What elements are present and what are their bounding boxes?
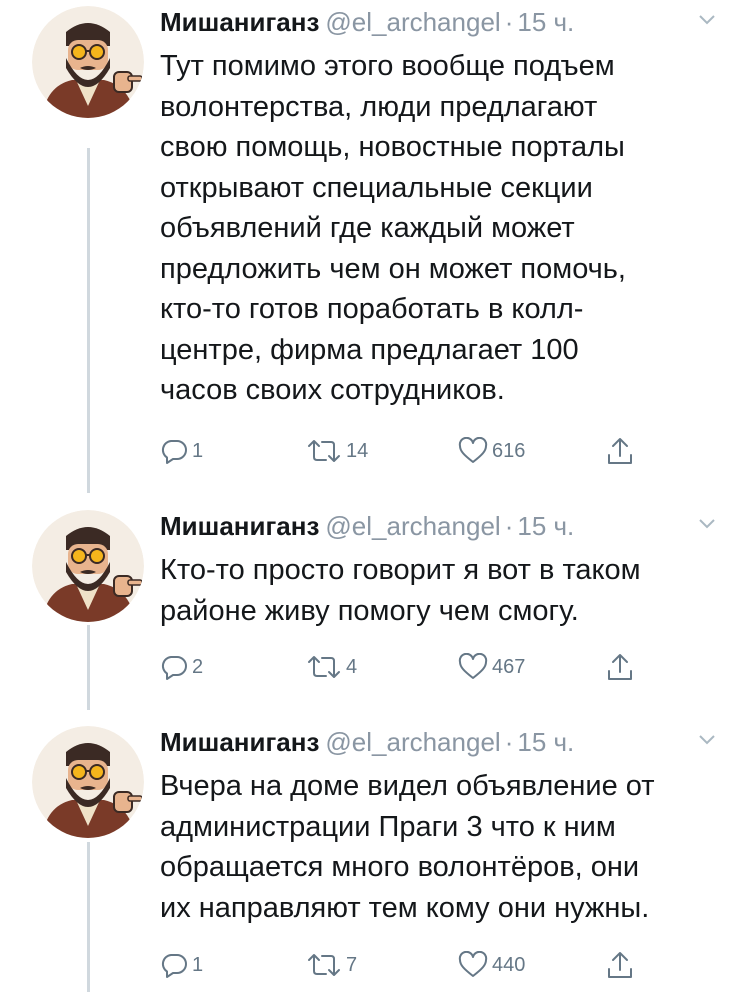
thread-line [87, 148, 90, 493]
user-handle[interactable]: @el_archangel [325, 727, 500, 757]
retweet-count: 4 [346, 655, 358, 678]
display-name[interactable]: Мишаниганз [160, 511, 319, 541]
tweet-text: Вчера на доме видел объявление от админи… [160, 770, 655, 924]
user-handle[interactable]: @el_archangel [325, 511, 500, 541]
display-name[interactable]: Мишаниганз [160, 7, 319, 37]
tweet-actions: 1 14 616 [160, 436, 680, 466]
reply-button[interactable]: 1 [160, 950, 203, 980]
reply-count: 1 [192, 953, 204, 976]
reply-button[interactable]: 2 [160, 652, 203, 682]
share-button[interactable] [606, 652, 634, 682]
share-icon [608, 438, 632, 464]
like-count: 616 [492, 439, 526, 462]
tweet-actions: 2 4 467 [160, 652, 680, 682]
retweet-count: 7 [346, 953, 358, 976]
like-button[interactable]: 440 [458, 950, 525, 980]
reply-icon [161, 440, 187, 464]
avatar-illustration [32, 510, 144, 622]
share-icon [608, 952, 632, 978]
retweet-button[interactable]: 4 [306, 652, 357, 682]
retweet-icon [308, 440, 340, 462]
retweet-icon [308, 656, 340, 678]
tweet-actions: 1 7 440 [160, 950, 680, 980]
avatar[interactable] [32, 510, 144, 622]
retweet-icon [308, 954, 340, 976]
chevron-down-icon[interactable] [698, 14, 716, 26]
share-button[interactable] [606, 950, 634, 980]
reply-count: 1 [192, 439, 204, 462]
like-icon [458, 653, 488, 679]
like-count: 440 [492, 953, 526, 976]
share-button[interactable] [606, 436, 634, 466]
reply-button[interactable]: 1 [160, 436, 203, 466]
avatar-illustration [32, 726, 144, 838]
display-name[interactable]: Мишаниганз [160, 727, 319, 757]
thread-line [87, 842, 90, 992]
like-button[interactable]: 467 [458, 652, 525, 682]
reply-icon [161, 656, 187, 680]
like-icon [458, 951, 488, 977]
tweet-text: Кто-то просто говорит я вот в таком райо… [160, 554, 641, 627]
timestamp[interactable]: 15 ч. [517, 727, 574, 757]
like-count: 467 [492, 655, 526, 678]
user-handle[interactable]: @el_archangel [325, 7, 500, 37]
separator-dot: · [504, 511, 514, 541]
thread-line [87, 625, 90, 710]
retweet-button[interactable]: 14 [306, 436, 368, 466]
reply-count: 2 [192, 655, 204, 678]
avatar[interactable] [32, 726, 144, 838]
chevron-down-icon[interactable] [698, 518, 716, 530]
separator-dot: · [504, 7, 514, 37]
avatar[interactable] [32, 6, 144, 118]
like-icon [458, 437, 488, 463]
reply-icon [161, 954, 187, 978]
retweet-count: 14 [346, 439, 369, 462]
separator-dot: · [504, 727, 514, 757]
avatar-illustration [32, 6, 144, 118]
chevron-down-icon[interactable] [698, 734, 716, 746]
retweet-button[interactable]: 7 [306, 950, 357, 980]
tweet-text: Тут помимо этого вообще подъем волонтерс… [160, 50, 626, 406]
timestamp[interactable]: 15 ч. [517, 7, 574, 37]
share-icon [608, 654, 632, 680]
like-button[interactable]: 616 [458, 436, 525, 466]
timestamp[interactable]: 15 ч. [517, 511, 574, 541]
